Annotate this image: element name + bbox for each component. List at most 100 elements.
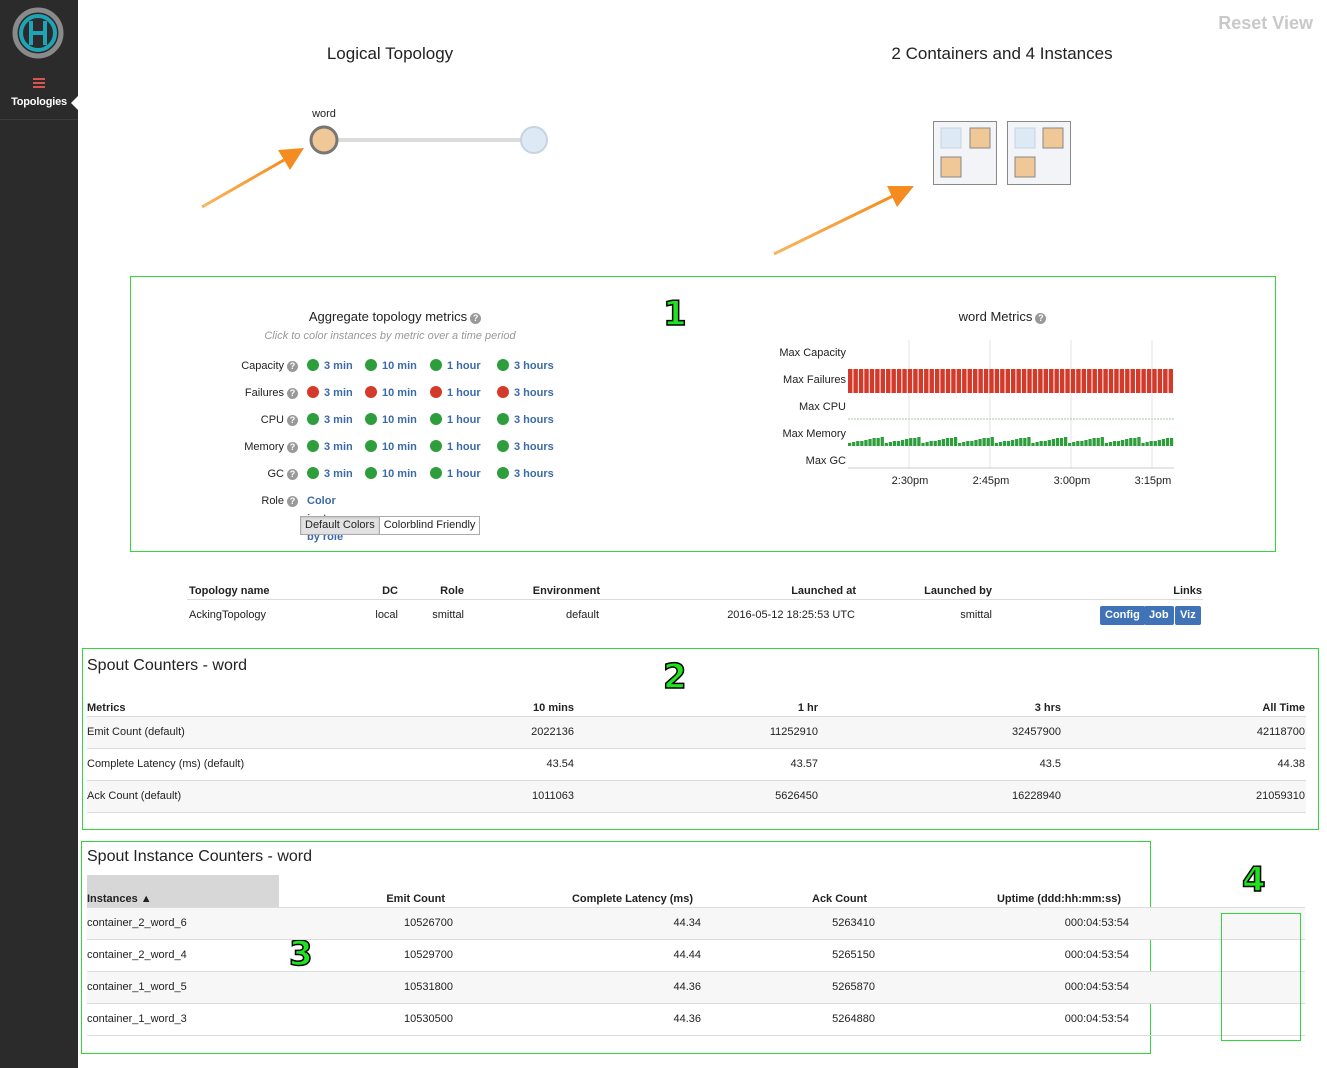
memory-bar — [925, 442, 929, 446]
memory-bar — [1035, 442, 1039, 446]
memory-bar — [1141, 443, 1145, 446]
metric-label-text: CPU — [260, 414, 284, 426]
status-dot-icon — [307, 386, 319, 398]
memory-bar — [905, 439, 909, 446]
divider — [187, 599, 1203, 600]
metric-period-link[interactable]: 1 hour — [430, 440, 481, 454]
help-icon[interactable]: ? — [287, 388, 298, 399]
metric-period-link[interactable]: 10 min — [365, 467, 417, 481]
memory-bar — [1092, 438, 1096, 446]
metric-period-link[interactable]: 3 hours — [497, 413, 554, 427]
config-link-button[interactable]: Config — [1100, 606, 1145, 625]
failure-bar — [869, 369, 875, 393]
status-dot-icon — [365, 440, 377, 452]
help-icon[interactable]: ? — [287, 469, 298, 480]
failure-bar — [1114, 369, 1119, 393]
metric-period-link[interactable]: 1 hour — [430, 413, 481, 427]
chart-tick-label: 2:30pm — [891, 475, 929, 487]
aggregate-metrics-subtitle: Click to color instances by metric over … — [264, 330, 516, 342]
job-link-button[interactable]: Job — [1144, 606, 1174, 625]
metric-period-link[interactable]: 3 min — [307, 386, 353, 400]
help-icon[interactable]: ? — [287, 442, 298, 453]
failure-bar — [1157, 369, 1163, 393]
metric-period-link[interactable]: 3 min — [307, 413, 353, 427]
memory-bar — [1129, 438, 1133, 446]
memory-bar — [1104, 443, 1108, 446]
metric-period-link[interactable]: 3 min — [307, 440, 353, 454]
viz-link-button[interactable]: Viz — [1175, 606, 1201, 625]
metric-period-link[interactable]: 1 hour — [430, 467, 481, 481]
memory-bar — [1031, 443, 1035, 446]
topology-info-cell: local — [375, 609, 398, 621]
memory-bar — [1121, 440, 1125, 446]
metric-label: Memory? — [180, 438, 298, 456]
spout-counter-cell: 43.57 — [790, 758, 818, 770]
instance-counter-cell: 44.36 — [673, 981, 701, 993]
instance-name-link[interactable]: container_2_word_6 — [87, 917, 267, 929]
help-icon[interactable]: ? — [287, 415, 298, 426]
failure-bar — [1000, 369, 1005, 393]
failure-bar — [1125, 369, 1130, 393]
metric-label: CPU? — [180, 411, 298, 429]
memory-bar — [1076, 441, 1080, 446]
metric-period-link[interactable]: 3 min — [307, 359, 353, 373]
status-dot-icon — [365, 359, 377, 371]
chart-series-label: Max GC — [805, 455, 846, 467]
failure-bar — [896, 369, 902, 393]
help-icon[interactable]: ? — [287, 496, 298, 507]
metric-period-label: 10 min — [382, 414, 417, 426]
instance-counter-cell: 44.44 — [673, 949, 701, 961]
metric-period-label: 3 min — [324, 414, 353, 426]
colorblind-friendly-button[interactable]: Colorblind Friendly — [379, 516, 481, 535]
memory-bar — [1145, 442, 1149, 446]
failure-bar — [951, 369, 956, 393]
help-icon[interactable]: ? — [1035, 313, 1047, 324]
default-colors-button[interactable]: Default Colors — [300, 516, 380, 535]
color-scheme-toggle: Default Colors Colorblind Friendly — [300, 516, 481, 535]
failure-bar — [1163, 369, 1168, 393]
instance-counter-cell: 5265150 — [832, 949, 875, 961]
chart-series-label: Max Capacity — [779, 347, 846, 359]
failure-bar — [956, 369, 962, 393]
instance-name-link[interactable]: container_1_word_3 — [87, 1013, 267, 1025]
instance-counter-cell: 000:04:53:54 — [1064, 1013, 1129, 1025]
spout-counter-cell: 43.5 — [1039, 758, 1061, 770]
metric-period-link[interactable]: 3 hours — [497, 440, 554, 454]
topology-info-header: Topology name — [189, 585, 270, 597]
instance-counters-title: Spout Instance Counters - word — [87, 848, 313, 865]
failure-bar — [1005, 369, 1010, 393]
metric-period-link[interactable]: 1 hour — [430, 386, 481, 400]
instance-counter-cell: 000:04:53:54 — [1064, 917, 1129, 929]
metric-period-link[interactable]: 3 hours — [497, 359, 554, 373]
metric-period-link[interactable]: 10 min — [365, 386, 417, 400]
memory-bar — [1047, 440, 1051, 446]
help-icon[interactable]: ? — [287, 361, 298, 372]
memory-bar — [990, 437, 994, 446]
topology-info-cell: smittal — [432, 609, 464, 621]
memory-bar — [1133, 438, 1137, 446]
memory-bar — [1015, 439, 1019, 446]
instance-name-link[interactable]: container_2_word_4 — [87, 949, 267, 961]
memory-bar — [982, 438, 986, 446]
status-dot-icon — [497, 440, 509, 452]
failure-bar — [880, 369, 886, 393]
instance-counter-cell: 000:04:53:54 — [1064, 981, 1129, 993]
metric-period-link[interactable]: 3 hours — [497, 467, 554, 481]
memory-bar — [1116, 441, 1121, 446]
instances-header[interactable]: Instances ▲ — [87, 893, 267, 905]
failure-bar — [907, 369, 913, 393]
instance-counter-cell: 10529700 — [404, 949, 453, 961]
memory-bar — [1068, 443, 1072, 446]
metric-period-link[interactable]: 10 min — [365, 413, 417, 427]
instance-name-link[interactable]: container_1_word_5 — [87, 981, 267, 993]
metric-period-link[interactable]: 10 min — [365, 440, 417, 454]
memory-bar — [986, 438, 990, 446]
memory-bar — [974, 440, 978, 446]
metric-period-link[interactable]: 10 min — [365, 359, 417, 373]
metric-period-link[interactable]: 3 min — [307, 467, 353, 481]
metric-period-link[interactable]: 3 hours — [497, 386, 554, 400]
failure-bar — [924, 369, 929, 393]
metric-period-label: 3 min — [324, 441, 353, 453]
metric-period-link[interactable]: 1 hour — [430, 359, 481, 373]
help-icon[interactable]: ? — [470, 313, 482, 324]
